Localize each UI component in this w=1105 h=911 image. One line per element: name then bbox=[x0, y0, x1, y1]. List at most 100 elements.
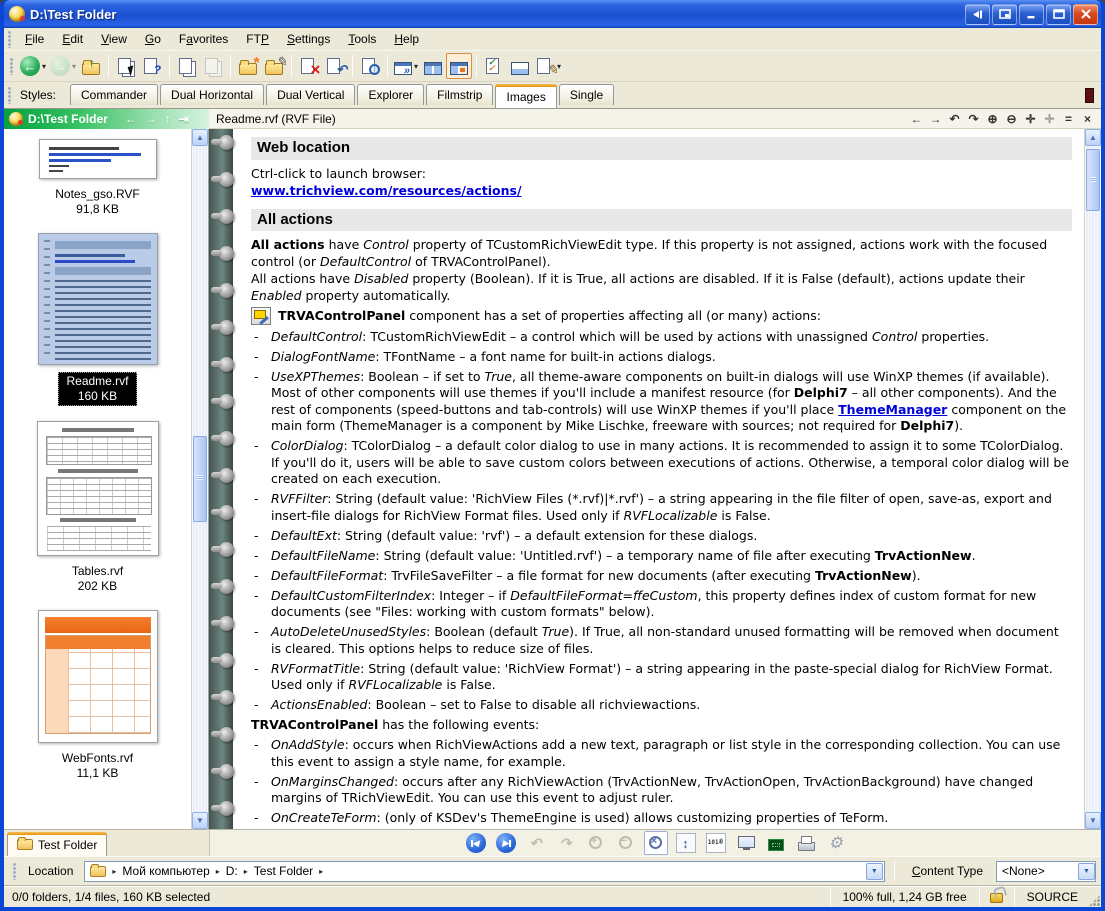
file-thumbnail[interactable] bbox=[37, 421, 159, 556]
select-help-button[interactable] bbox=[139, 53, 165, 79]
content-type-dropdown-icon[interactable] bbox=[1078, 863, 1095, 880]
first-file-button[interactable] bbox=[464, 831, 488, 855]
file-thumbnail[interactable] bbox=[39, 139, 157, 179]
menu-item-tools[interactable]: Tools bbox=[339, 29, 385, 49]
copy-alt-button[interactable] bbox=[200, 53, 226, 79]
menu-item-view[interactable]: View bbox=[92, 29, 136, 49]
pane-nav-next-pane-icon[interactable]: ⇥ bbox=[179, 112, 189, 126]
hidden-tabs-indicator-icon[interactable] bbox=[1085, 88, 1094, 103]
forward-dropdown-icon[interactable] bbox=[72, 62, 76, 71]
split-panel-button[interactable] bbox=[507, 53, 533, 79]
close-button[interactable] bbox=[1073, 4, 1098, 25]
scroll-down-icon[interactable] bbox=[1085, 812, 1101, 829]
zoom-in-button[interactable] bbox=[584, 831, 608, 855]
viewer-close-icon[interactable]: × bbox=[1081, 112, 1094, 126]
viewer-forward-icon[interactable]: → bbox=[929, 112, 942, 126]
pane-nav-up-icon[interactable]: ↑ bbox=[165, 112, 171, 126]
zoom-out-button[interactable] bbox=[614, 831, 638, 855]
edit-button[interactable] bbox=[261, 53, 287, 79]
menu-item-go[interactable]: Go bbox=[136, 29, 170, 49]
menu-item-file[interactable]: File bbox=[16, 29, 53, 49]
document-scrollbar[interactable] bbox=[1084, 129, 1101, 829]
up-folder-button[interactable] bbox=[78, 53, 104, 79]
breadcrumb-item[interactable]: D: bbox=[226, 864, 238, 878]
pane-nav-forward-icon[interactable]: → bbox=[145, 112, 157, 126]
viewer-fit-icon[interactable]: = bbox=[1062, 112, 1075, 126]
pane-nav-back-icon[interactable]: ← bbox=[125, 112, 137, 126]
viewer-back-icon[interactable]: ← bbox=[910, 112, 923, 126]
content-type-select[interactable]: <None> bbox=[996, 861, 1096, 882]
resize-grip-icon[interactable] bbox=[1086, 886, 1101, 907]
viewer-center-icon[interactable]: ✛ bbox=[1043, 112, 1056, 126]
menu-item-edit[interactable]: Edit bbox=[53, 29, 92, 49]
scroll-up-icon[interactable] bbox=[1085, 129, 1101, 146]
file-thumbnail[interactable] bbox=[38, 233, 158, 365]
checklist-button[interactable] bbox=[481, 53, 507, 79]
zoom-original-button[interactable] bbox=[644, 831, 668, 855]
viewer-zoom-in-icon[interactable]: ⊕ bbox=[986, 112, 999, 126]
folder-tab[interactable]: Test Folder bbox=[7, 832, 107, 856]
document-scroll-track[interactable] bbox=[1085, 146, 1101, 812]
delete-button[interactable] bbox=[296, 53, 322, 79]
sidebar-scroll-track[interactable] bbox=[192, 146, 208, 812]
image-panel-button[interactable] bbox=[446, 53, 472, 79]
breadcrumb-item[interactable]: Мой компьютер bbox=[122, 864, 209, 878]
breadcrumb-item[interactable]: Test Folder bbox=[254, 864, 313, 878]
viewer-pan-icon[interactable]: ✛ bbox=[1024, 112, 1037, 126]
viewer-undo-icon[interactable]: ↶ bbox=[948, 112, 961, 126]
left-pane-header[interactable]: D:\Test Folder ←→↑⇥ bbox=[4, 109, 209, 129]
style-tab-single[interactable]: Single bbox=[559, 84, 614, 105]
style-tab-dual-vertical[interactable]: Dual Vertical bbox=[266, 84, 355, 105]
quick-view-button[interactable] bbox=[357, 53, 383, 79]
maximize-button[interactable] bbox=[1046, 4, 1071, 25]
swap-panels-dropdown-icon[interactable] bbox=[414, 62, 418, 71]
file-item[interactable]: WebFonts.rvf11,1 KB bbox=[38, 610, 158, 782]
dual-panel-button[interactable] bbox=[420, 53, 446, 79]
undo-button[interactable] bbox=[322, 53, 348, 79]
right-pane-header[interactable]: Readme.rvf (RVF File) ←→↶↷⊕⊖✛✛=× bbox=[209, 109, 1101, 129]
next-file-button[interactable] bbox=[494, 831, 518, 855]
edit-wizard-button[interactable] bbox=[533, 53, 563, 79]
file-item[interactable]: Readme.rvf160 KB bbox=[38, 233, 158, 406]
back-dropdown-icon[interactable] bbox=[42, 62, 46, 71]
fit-height-button[interactable] bbox=[674, 831, 698, 855]
style-tab-filmstrip[interactable]: Filmstrip bbox=[426, 84, 493, 105]
toolbar-grip[interactable] bbox=[9, 57, 15, 75]
style-tab-images[interactable]: Images bbox=[495, 84, 556, 108]
sidebar-scroll-thumb[interactable] bbox=[193, 436, 207, 522]
doc-link[interactable]: www.trichview.com/resources/actions/ bbox=[251, 183, 522, 198]
file-item[interactable]: Notes_gso.RVF91,8 KB bbox=[39, 139, 157, 218]
doc-link[interactable]: ThemeManager bbox=[838, 402, 947, 417]
scroll-up-icon[interactable] bbox=[192, 129, 208, 146]
file-thumbnail[interactable] bbox=[38, 610, 158, 743]
rotate-left-button[interactable] bbox=[524, 831, 548, 855]
sidebar-scrollbar[interactable] bbox=[191, 129, 208, 829]
document-scroll-thumb[interactable] bbox=[1086, 149, 1100, 211]
forward-button[interactable] bbox=[48, 53, 78, 79]
menu-item-help[interactable]: Help bbox=[385, 29, 428, 49]
viewer-redo-icon[interactable]: ↷ bbox=[967, 112, 980, 126]
style-tab-explorer[interactable]: Explorer bbox=[357, 84, 424, 105]
minimize-button[interactable] bbox=[1019, 4, 1044, 25]
menu-grip[interactable] bbox=[7, 30, 13, 48]
location-dropdown-icon[interactable] bbox=[866, 863, 883, 880]
slideshow-button[interactable] bbox=[734, 831, 758, 855]
roll-up-button[interactable] bbox=[992, 4, 1017, 25]
copy-button[interactable] bbox=[174, 53, 200, 79]
stay-on-top-button[interactable] bbox=[965, 4, 990, 25]
menu-item-settings[interactable]: Settings bbox=[278, 29, 339, 49]
swap-panels-button[interactable] bbox=[392, 53, 420, 79]
rotate-right-button[interactable] bbox=[554, 831, 578, 855]
style-tab-commander[interactable]: Commander bbox=[70, 84, 158, 105]
select-files-button[interactable] bbox=[113, 53, 139, 79]
back-button[interactable] bbox=[18, 53, 48, 79]
viewer-zoom-out-icon[interactable]: ⊖ bbox=[1005, 112, 1018, 126]
style-tab-dual-horizontal[interactable]: Dual Horizontal bbox=[160, 84, 264, 105]
file-item[interactable]: Tables.rvf202 KB bbox=[37, 421, 159, 595]
new-folder-button[interactable] bbox=[235, 53, 261, 79]
fullscreen-button[interactable] bbox=[764, 831, 788, 855]
unlocked-padlock-icon[interactable] bbox=[990, 893, 1003, 903]
styles-grip[interactable] bbox=[7, 86, 13, 104]
location-grip[interactable] bbox=[12, 862, 18, 880]
menu-item-ftp[interactable]: FTP bbox=[237, 29, 278, 49]
